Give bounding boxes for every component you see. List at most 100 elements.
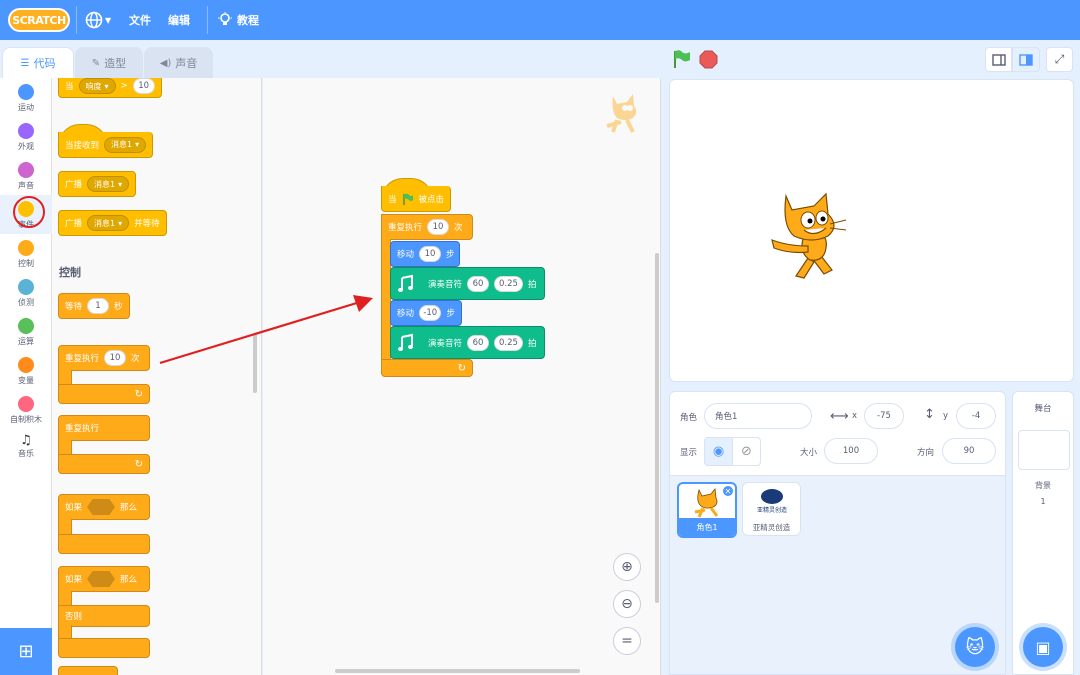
fullscreen-button[interactable]: ⤢ — [1046, 47, 1073, 72]
category-sensing[interactable]: 侦测 — [0, 273, 52, 312]
value-input[interactable]: 10 — [419, 246, 442, 262]
stage-pane-title: 舞台 — [1034, 404, 1052, 414]
script-move-1[interactable]: 移动 10 步 — [390, 241, 460, 267]
edit-menu[interactable]: 编辑 — [168, 0, 190, 40]
tutorials-menu[interactable]: 教程 — [218, 0, 259, 40]
block-broadcast[interactable]: 广播 消息1 ▾ — [58, 171, 137, 197]
value-input[interactable]: 10 — [104, 350, 127, 366]
tab-code[interactable]: ☰ 代码 — [2, 47, 74, 78]
fullscreen-icon: ⤢ — [1054, 52, 1065, 66]
block-when-receive[interactable]: 当接收到 消息1 ▾ — [58, 132, 154, 158]
zoom-in-button[interactable]: ⊕ — [613, 553, 641, 581]
green-flag-icon[interactable] — [672, 49, 692, 69]
large-stage-button[interactable] — [1012, 47, 1040, 72]
stage[interactable] — [669, 79, 1074, 382]
small-stage-button[interactable] — [985, 47, 1012, 72]
cat-sprite[interactable] — [768, 192, 850, 280]
music-note-icon: ♫ — [20, 433, 32, 448]
category-label: 外观 — [18, 142, 34, 151]
category-dot — [18, 396, 34, 412]
delete-sprite-button[interactable]: ✕ — [722, 485, 734, 497]
category-variables[interactable]: 变量 — [0, 351, 52, 390]
loop-arrow-icon: ↻ — [134, 388, 143, 400]
hide-sprite-button[interactable]: ⊘ — [732, 437, 761, 466]
sprite-tile[interactable]: 亚精灵创造 亚精灵创造 — [742, 482, 801, 536]
sprite-tile-selected[interactable]: 角色1 ✕ — [677, 482, 737, 538]
extension-icon: ⊞ — [18, 641, 34, 662]
vertical-scrollbar[interactable] — [655, 253, 659, 603]
backdrops-count: 1 — [1040, 497, 1046, 506]
category-events[interactable]: 事件 — [0, 195, 52, 234]
script-play-note-1[interactable]: 演奏音符 60 0.25 拍 — [390, 267, 545, 300]
block-repeat[interactable]: 重复执行 10 次 — [58, 345, 150, 371]
direction-input[interactable]: 90 — [942, 438, 996, 464]
category-motion[interactable]: 运动 — [0, 78, 52, 117]
message-dropdown[interactable]: 消息1 ▾ — [104, 136, 147, 153]
category-music[interactable]: ♫ 音乐 — [0, 429, 52, 468]
beats-input[interactable]: 0.25 — [494, 275, 523, 292]
category-looks[interactable]: 外观 — [0, 117, 52, 156]
eye-slash-icon: ⊘ — [741, 444, 752, 459]
script-hat-flag[interactable]: 当 被点击 — [381, 186, 452, 212]
script-repeat[interactable]: 重复执行 10 次 — [381, 214, 473, 240]
block-broadcast-wait[interactable]: 广播 消息1 ▾ 并等待 — [58, 210, 167, 236]
tab-costumes[interactable]: ✎ 造型 — [75, 47, 143, 78]
category-sound[interactable]: 声音 — [0, 156, 52, 195]
zoom-out-button[interactable]: ⊖ — [613, 590, 641, 618]
language-menu[interactable]: ▼ — [85, 0, 111, 40]
block-wait[interactable]: 等待 1 秒 — [58, 293, 130, 319]
category-dot — [18, 357, 34, 373]
category-dot — [18, 162, 34, 178]
category-control[interactable]: 控制 — [0, 234, 52, 273]
category-label: 侦测 — [18, 298, 34, 307]
value-input[interactable]: 10 — [132, 78, 155, 94]
block-if-else[interactable]: 如果 那么 — [58, 566, 150, 592]
choose-backdrop-button[interactable]: ▣ — [1023, 627, 1063, 667]
show-sprite-button[interactable]: ◉ — [704, 437, 733, 466]
x-input[interactable]: -75 — [864, 403, 904, 429]
c-mouth — [58, 519, 72, 535]
script-move-2[interactable]: 移动 -10 步 — [390, 300, 462, 326]
category-label: 运动 — [18, 103, 34, 112]
block-forever[interactable]: 重复执行 — [58, 415, 150, 441]
y-input[interactable]: -4 — [956, 403, 996, 429]
script-play-note-2[interactable]: 演奏音符 60 0.25 拍 — [390, 326, 545, 359]
beats-input[interactable]: 0.25 — [494, 334, 523, 351]
brush-icon: ✎ — [91, 57, 101, 69]
note-input[interactable]: 60 — [467, 334, 490, 351]
cat-thumbnail — [694, 488, 719, 518]
size-input[interactable]: 100 — [824, 438, 878, 464]
category-my-blocks[interactable]: 自制积木 — [0, 390, 52, 429]
horizontal-scrollbar[interactable] — [335, 669, 580, 673]
size-label: 大小 — [800, 448, 818, 458]
value-input[interactable]: -10 — [419, 305, 442, 321]
note-input[interactable]: 60 — [467, 275, 490, 292]
sprite-list: 角色1 ✕ 亚精灵创造 亚精灵创造 🐱 — [669, 476, 1006, 675]
sprite-name-input[interactable]: 角色1 — [704, 403, 812, 429]
logo-thumbnail — [761, 489, 783, 504]
scratch-logo[interactable]: SCRATCH — [8, 8, 70, 32]
category-operators[interactable]: 运算 — [0, 312, 52, 351]
cat-plus-icon: 🐱 — [965, 636, 985, 658]
add-extension-button[interactable]: ⊞ — [0, 628, 52, 675]
stop-icon[interactable] — [699, 50, 718, 69]
direction-label: 方向 — [917, 448, 935, 458]
condition-slot[interactable] — [87, 571, 116, 587]
block-when-loudness[interactable]: 当 响度 ▾ > 10 — [58, 78, 162, 98]
tab-sounds[interactable]: ◀) 声音 — [144, 47, 213, 78]
category-dot — [18, 84, 34, 100]
zoom-reset-button[interactable]: = — [613, 627, 641, 655]
sensor-dropdown[interactable]: 响度 ▾ — [78, 78, 116, 94]
stage-pane[interactable]: 舞台 背景 1 ▣ — [1012, 391, 1074, 675]
value-input[interactable]: 10 — [427, 219, 450, 235]
file-menu[interactable]: 文件 — [129, 0, 151, 40]
condition-slot[interactable] — [87, 499, 116, 515]
category-label: 音乐 — [18, 449, 34, 458]
block-if-then[interactable]: 如果 那么 — [58, 494, 150, 520]
value-input[interactable]: 1 — [87, 298, 110, 314]
category-dot — [18, 240, 34, 256]
message-dropdown[interactable]: 消息1 ▾ — [87, 176, 130, 192]
choose-sprite-button[interactable]: 🐱 — [955, 627, 995, 667]
script-area[interactable]: 当 被点击 重复执行 10 次 移动 10 步 演奏音符 60 0.25 拍 移… — [263, 78, 661, 675]
message-dropdown[interactable]: 消息1 ▾ — [87, 215, 130, 231]
